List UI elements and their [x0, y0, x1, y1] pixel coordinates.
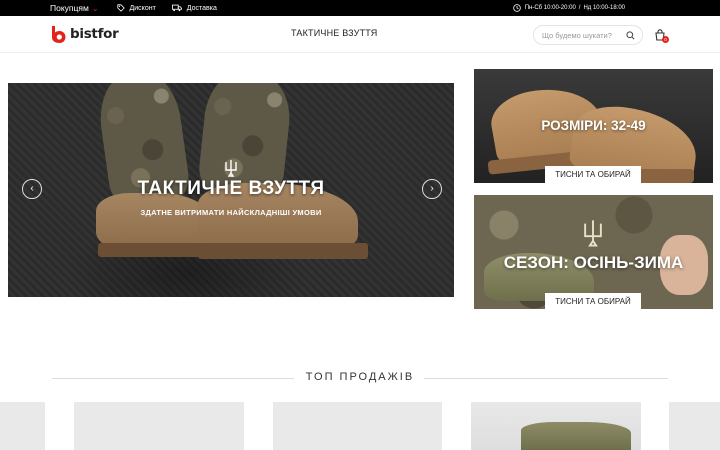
- product-image-boots: [521, 422, 631, 450]
- logo-text: bistfor: [70, 26, 119, 42]
- promo-sizes-button[interactable]: ТИСНИ ТА ОБИРАЙ: [545, 166, 641, 183]
- promo-season-title: СЕЗОН: ОСІНЬ-ЗИМА: [503, 253, 684, 272]
- customers-menu-label: Покупцям: [50, 3, 89, 13]
- slider-next-button[interactable]: ›: [422, 179, 442, 199]
- arrow-right-icon: ›: [430, 183, 434, 194]
- hours-weekdays: Пн-Сб 10:00-20:00: [524, 5, 576, 11]
- nav-tactical-footwear[interactable]: ТАКТИЧНЕ ВЗУТТЯ: [291, 28, 377, 38]
- hero-title: ТАКТИЧНЕ ВЗУТТЯ: [137, 178, 325, 199]
- truck-icon: [171, 4, 182, 12]
- logo-mark-icon: [52, 26, 66, 43]
- tag-icon: [116, 4, 125, 12]
- site-header: bistfor ТАКТИЧНЕ ВЗУТТЯ 0: [0, 16, 720, 53]
- promo-card-season[interactable]: СЕЗОН: ОСІНЬ-ЗИМА ТИСНИ ТА ОБИРАЙ: [474, 195, 713, 309]
- logo[interactable]: bistfor: [50, 25, 119, 43]
- product-card[interactable]: [669, 402, 720, 450]
- trident-icon: [584, 220, 602, 247]
- arrow-left-icon: ‹: [30, 183, 34, 194]
- product-card[interactable]: [0, 402, 45, 450]
- search-input[interactable]: [542, 30, 624, 40]
- top-bar: Покупцям ⌄ Дисконт Доставка Пн-Сб 10:00-…: [0, 0, 720, 16]
- cart-button[interactable]: 0: [654, 28, 670, 44]
- promo-sizes-title: РОЗМІРИ: 32-49: [541, 118, 646, 133]
- product-card[interactable]: [74, 402, 244, 450]
- trident-icon: [225, 160, 237, 177]
- customers-menu[interactable]: Покупцям ⌄: [50, 3, 99, 13]
- delivery-link[interactable]: Доставка: [171, 4, 217, 12]
- chevron-down-icon: ⌄: [91, 3, 99, 13]
- product-card[interactable]: [471, 402, 641, 450]
- hero-slider[interactable]: ТАКТИЧНЕ ВЗУТТЯ ЗДАТНЕ ВИТРИМАТИ НАЙСКЛА…: [8, 83, 454, 297]
- hours-sunday: Нд 10:00-18:00: [583, 5, 625, 11]
- promo-season-button[interactable]: ТИСНИ ТА ОБИРАЙ: [545, 293, 641, 309]
- top-sales-heading: ТОП ПРОДАЖІВ: [52, 371, 668, 387]
- clock-icon: [512, 4, 521, 12]
- search-icon[interactable]: [626, 31, 635, 40]
- hero-image-right-sole: [198, 243, 368, 259]
- product-card[interactable]: [273, 402, 442, 450]
- cart-count-badge: 0: [662, 36, 669, 43]
- discount-label: Дисконт: [129, 4, 156, 12]
- discount-link[interactable]: Дисконт: [116, 4, 156, 12]
- promo-card-sizes[interactable]: РОЗМІРИ: 32-49 ТИСНИ ТА ОБИРАЙ: [474, 69, 713, 183]
- search-box: [533, 25, 643, 45]
- hero-subtitle: ЗДАТНЕ ВИТРИМАТИ НАЙСКЛАДНІШІ УМОВИ: [140, 208, 322, 217]
- opening-hours: Пн-Сб 10:00-20:00 / Нд 10:00-18:00: [512, 4, 625, 12]
- delivery-label: Доставка: [186, 4, 217, 12]
- slider-prev-button[interactable]: ‹: [22, 179, 42, 199]
- top-sales-title: ТОП ПРОДАЖІВ: [305, 371, 415, 383]
- hours-separator: /: [578, 5, 581, 11]
